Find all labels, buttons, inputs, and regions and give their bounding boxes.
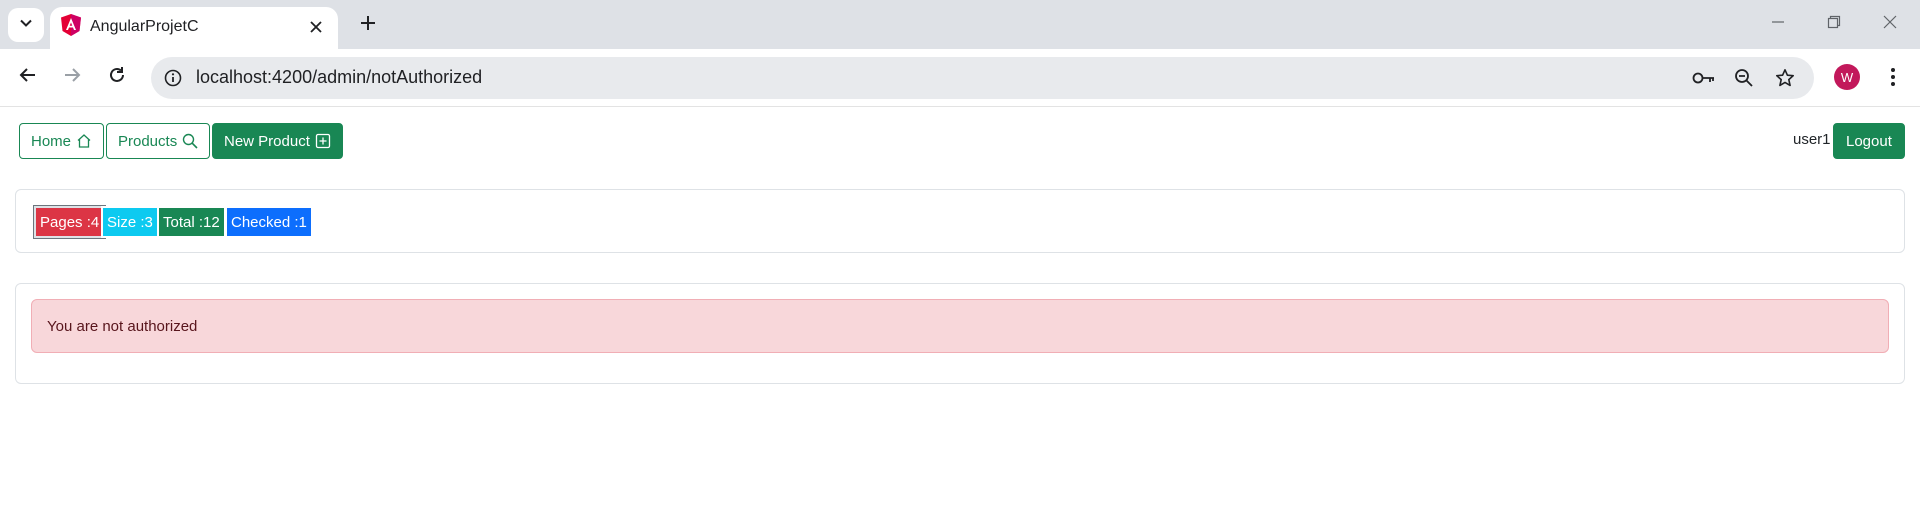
pages-badge: Pages :4 xyxy=(32,205,107,239)
url-text[interactable]: localhost:4200/admin/notAuthorized xyxy=(196,67,482,88)
stats-card: Pages :4 Size :3 Total :12 Checked :1 xyxy=(15,189,1905,253)
not-authorized-alert: You are not authorized xyxy=(31,299,1889,353)
address-bar[interactable]: localhost:4200/admin/notAuthorized xyxy=(151,57,1814,99)
bookmark-star-icon[interactable] xyxy=(1772,65,1798,91)
angular-logo-icon xyxy=(60,13,84,41)
restore-icon xyxy=(1827,15,1841,34)
new-product-button[interactable]: New Product xyxy=(212,123,343,159)
back-button[interactable] xyxy=(11,60,45,94)
plus-square-icon xyxy=(315,133,331,149)
chevron-down-icon xyxy=(19,16,33,35)
username-label: user1 xyxy=(1793,131,1831,148)
house-icon xyxy=(76,133,92,149)
home-button[interactable]: Home xyxy=(19,123,105,159)
total-badge: Total :12 xyxy=(157,206,226,238)
site-info-icon[interactable] xyxy=(160,65,186,91)
minimize-button[interactable] xyxy=(1750,0,1806,49)
new-tab-button[interactable] xyxy=(351,8,385,42)
restore-button[interactable] xyxy=(1806,0,1862,49)
plus-icon xyxy=(360,15,376,36)
zoom-out-icon[interactable] xyxy=(1731,65,1757,91)
tab-title: AngularProjetC xyxy=(90,18,199,35)
products-label: Products xyxy=(118,132,178,150)
reload-icon xyxy=(108,66,126,89)
search-icon xyxy=(182,133,198,149)
arrow-right-icon xyxy=(63,66,81,89)
more-menu-icon[interactable] xyxy=(1880,63,1906,91)
browser-toolbar: localhost:4200/admin/notAuthorized W xyxy=(0,49,1920,107)
logout-button[interactable]: Logout xyxy=(1833,123,1905,159)
home-label: Home xyxy=(31,132,72,150)
logout-label: Logout xyxy=(1846,132,1892,150)
tab-search-button[interactable] xyxy=(8,8,44,42)
close-icon xyxy=(1883,15,1897,34)
alert-message: You are not authorized xyxy=(47,317,198,335)
profile-avatar[interactable]: W xyxy=(1834,64,1860,90)
content-card: You are not authorized xyxy=(15,283,1905,384)
browser-tab-bar: AngularProjetC xyxy=(0,0,1920,49)
size-badge: Size :3 xyxy=(101,206,159,238)
minimize-icon xyxy=(1771,15,1785,34)
close-tab-icon[interactable] xyxy=(304,15,328,39)
products-button[interactable]: Products xyxy=(106,123,211,159)
forward-button[interactable] xyxy=(55,60,89,94)
browser-tab-active[interactable]: AngularProjetC xyxy=(50,7,338,49)
password-key-icon[interactable] xyxy=(1691,65,1717,91)
arrow-left-icon xyxy=(19,66,37,89)
reload-button[interactable] xyxy=(100,60,134,94)
close-window-button[interactable] xyxy=(1862,0,1918,49)
checked-badge: Checked :1 xyxy=(225,206,313,238)
new-product-label: New Product xyxy=(224,132,310,150)
